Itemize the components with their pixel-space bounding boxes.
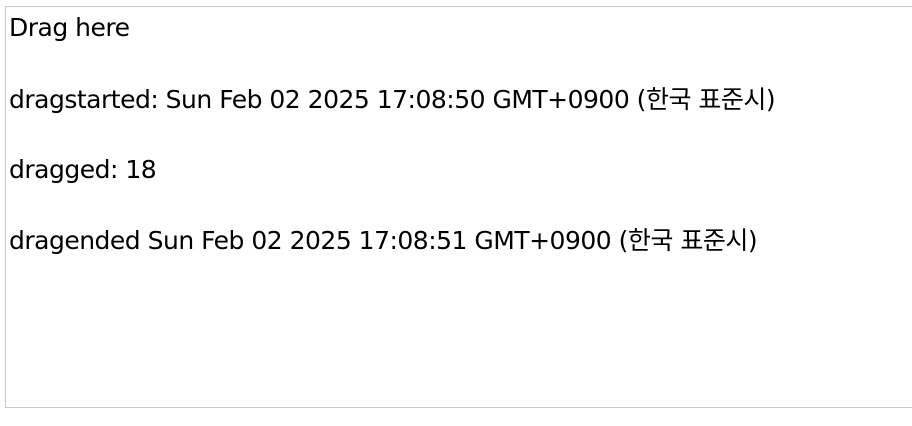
drag-ended-log: dragended Sun Feb 02 2025 17:08:51 GMT+0…	[9, 226, 758, 255]
drag-area[interactable]: Drag here dragstarted: Sun Feb 02 2025 1…	[5, 6, 912, 408]
drag-started-log: dragstarted: Sun Feb 02 2025 17:08:50 GM…	[9, 85, 776, 114]
drag-here-label: Drag here	[9, 13, 130, 42]
dragged-count-log: dragged: 18	[9, 155, 157, 184]
